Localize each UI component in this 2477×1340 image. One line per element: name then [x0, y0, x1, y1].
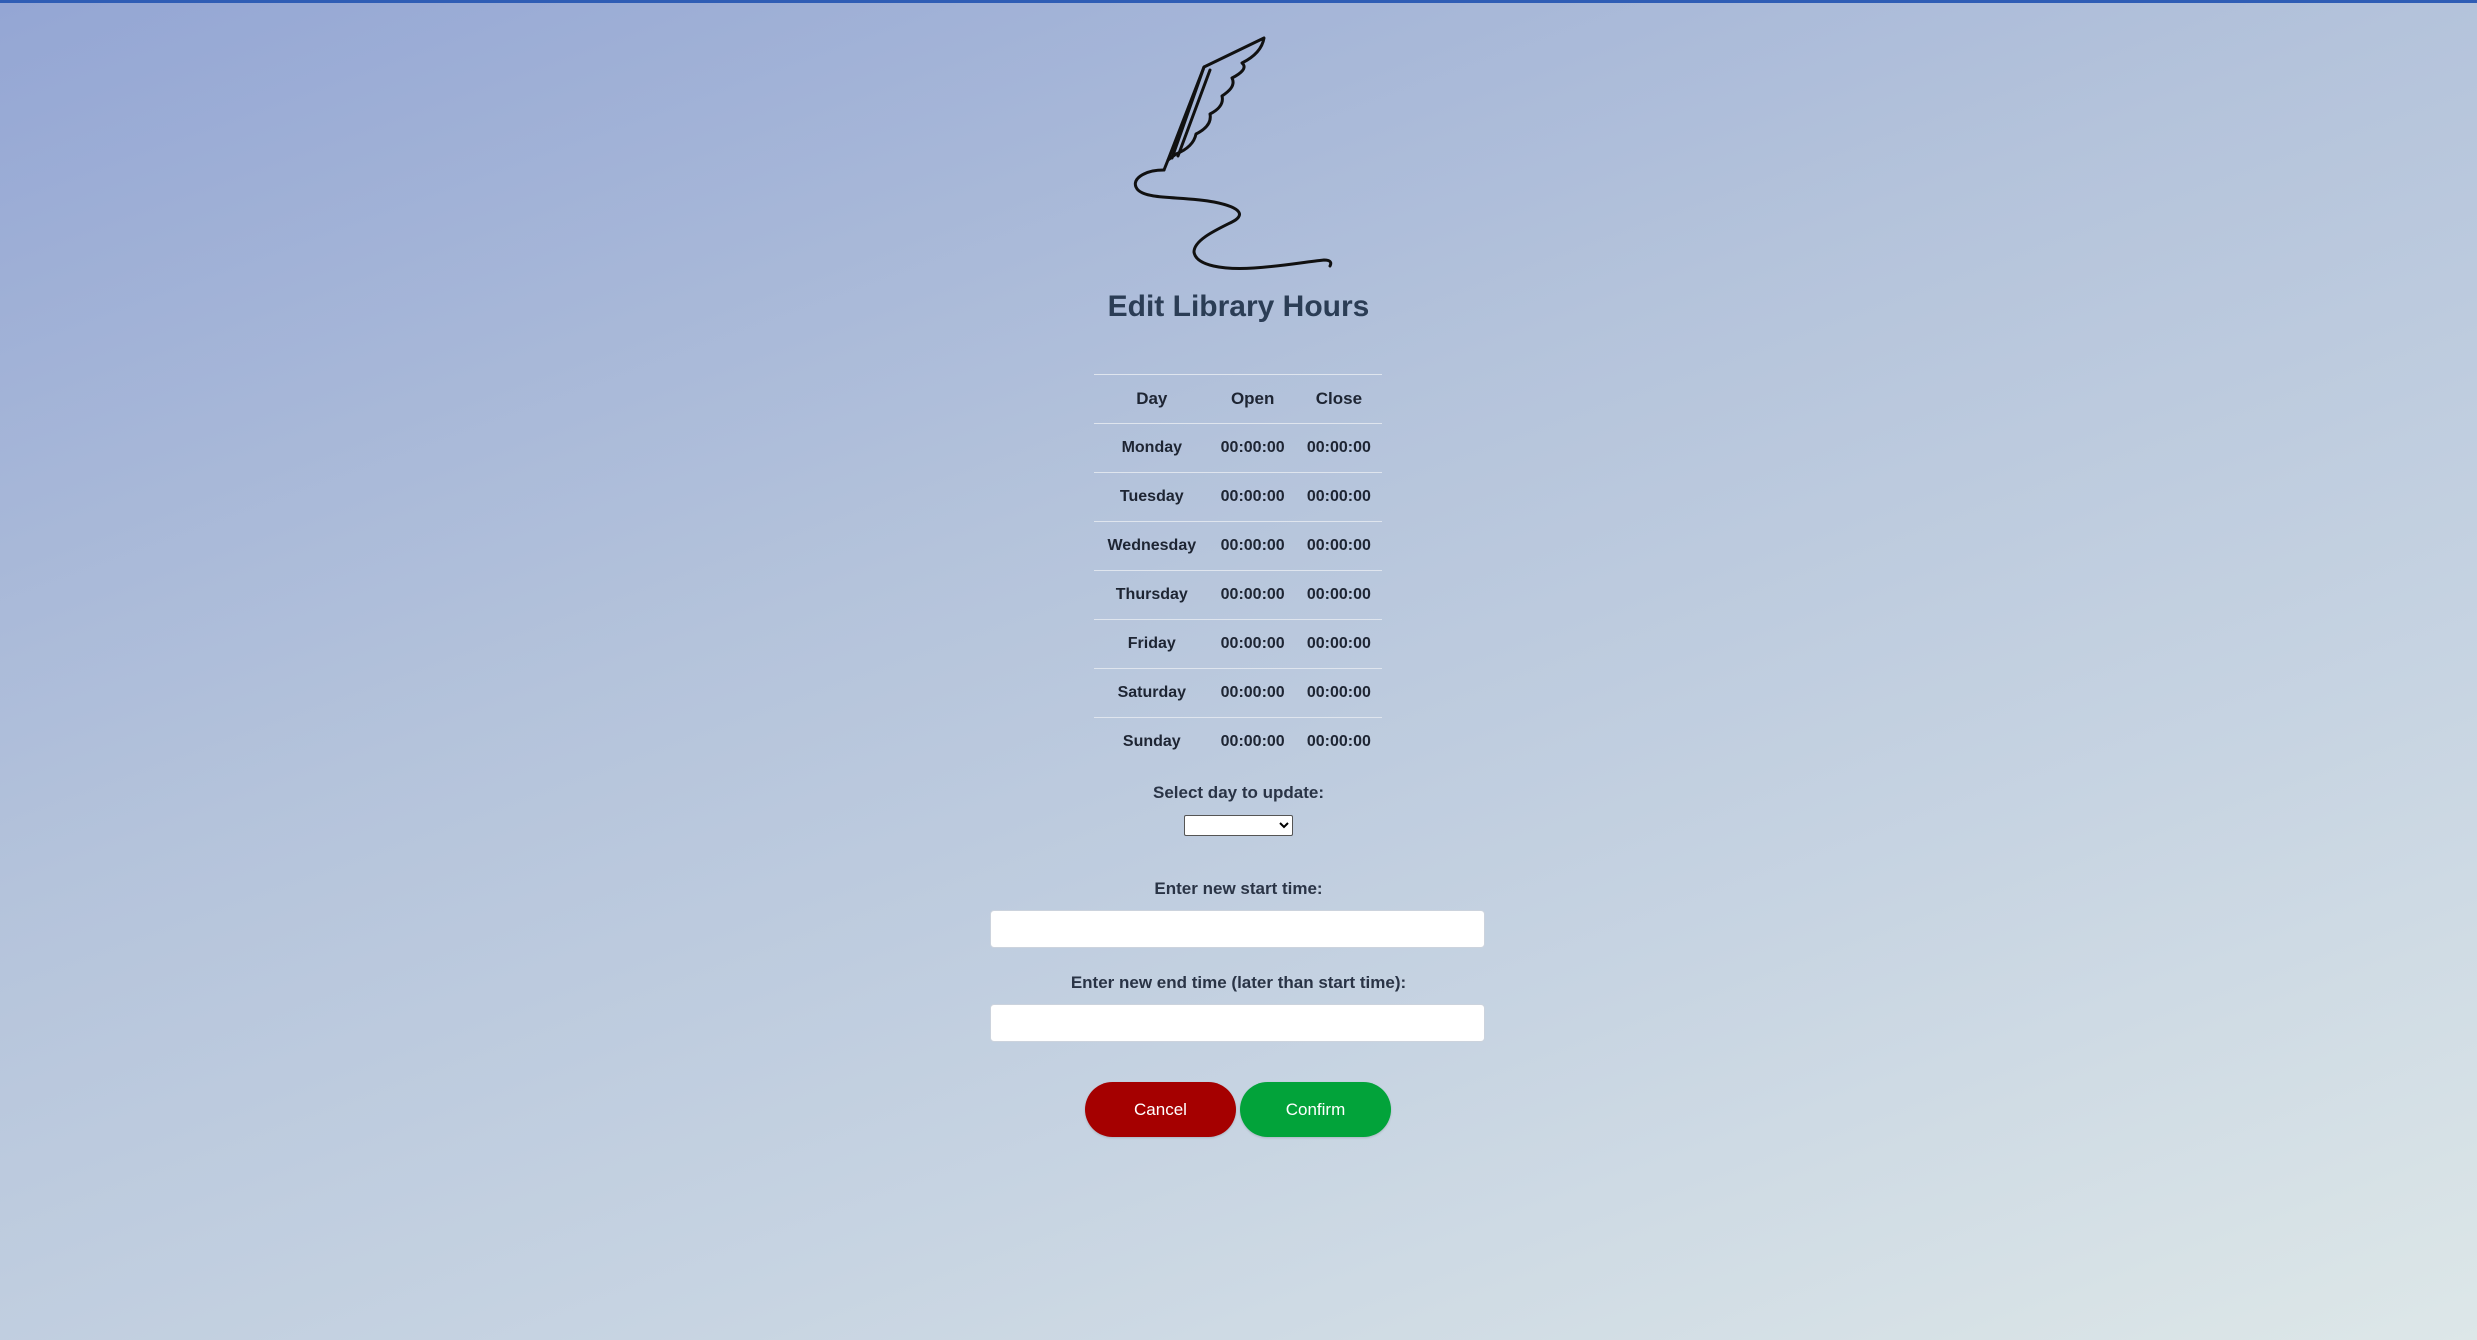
end-time-label: Enter new end time (later than start tim…: [1070, 973, 1407, 992]
open-time-cell: 00:00:00: [1209, 717, 1296, 766]
day-cell: Friday: [1094, 619, 1210, 669]
column-header-open: Open: [1209, 374, 1296, 424]
table-row: Saturday 00:00:00 00:00:00: [1094, 668, 1382, 718]
close-time-cell: 00:00:00: [1295, 521, 1382, 571]
day-cell: Tuesday: [1094, 472, 1210, 522]
day-cell: Thursday: [1094, 570, 1210, 620]
page-title: Edit Library Hours: [1107, 290, 1370, 323]
open-time-cell: 00:00:00: [1209, 619, 1296, 669]
close-time-cell: 00:00:00: [1295, 717, 1382, 766]
close-time-cell: 00:00:00: [1295, 668, 1382, 718]
confirm-button[interactable]: Confirm: [1240, 1082, 1391, 1137]
table-row: Friday 00:00:00 00:00:00: [1094, 619, 1382, 669]
top-bar: [0, 0, 2477, 3]
table-header-row: Day Open Close: [1094, 374, 1382, 424]
table-row: Monday 00:00:00 00:00:00: [1094, 423, 1382, 473]
day-cell: Wednesday: [1094, 521, 1210, 571]
open-time-cell: 00:00:00: [1209, 668, 1296, 718]
table-row: Sunday 00:00:00 00:00:00: [1094, 717, 1382, 766]
close-time-cell: 00:00:00: [1295, 570, 1382, 620]
column-header-close: Close: [1295, 374, 1382, 424]
table-row: Thursday 00:00:00 00:00:00: [1094, 570, 1382, 620]
cancel-button[interactable]: Cancel: [1085, 1082, 1236, 1137]
close-time-cell: 00:00:00: [1295, 619, 1382, 669]
select-day-label: Select day to update:: [1153, 783, 1324, 802]
quill-pen-icon: [1133, 36, 1333, 270]
open-time-cell: 00:00:00: [1209, 423, 1296, 473]
table-row: Tuesday 00:00:00 00:00:00: [1094, 472, 1382, 522]
open-time-cell: 00:00:00: [1209, 472, 1296, 522]
day-cell: Sunday: [1094, 717, 1210, 766]
column-header-day: Day: [1094, 374, 1210, 424]
open-time-cell: 00:00:00: [1209, 521, 1296, 571]
open-time-cell: 00:00:00: [1209, 570, 1296, 620]
close-time-cell: 00:00:00: [1295, 472, 1382, 522]
day-cell: Monday: [1094, 423, 1210, 473]
table-row: Wednesday 00:00:00 00:00:00: [1094, 521, 1382, 571]
end-time-input[interactable]: [990, 1004, 1485, 1042]
close-time-cell: 00:00:00: [1295, 423, 1382, 473]
day-select[interactable]: [1184, 815, 1293, 836]
start-time-label: Enter new start time:: [1154, 879, 1323, 898]
start-time-input[interactable]: [990, 910, 1485, 948]
hours-table: Day Open Close Monday 00:00:00 00:00:00 …: [1094, 374, 1382, 766]
day-cell: Saturday: [1094, 668, 1210, 718]
